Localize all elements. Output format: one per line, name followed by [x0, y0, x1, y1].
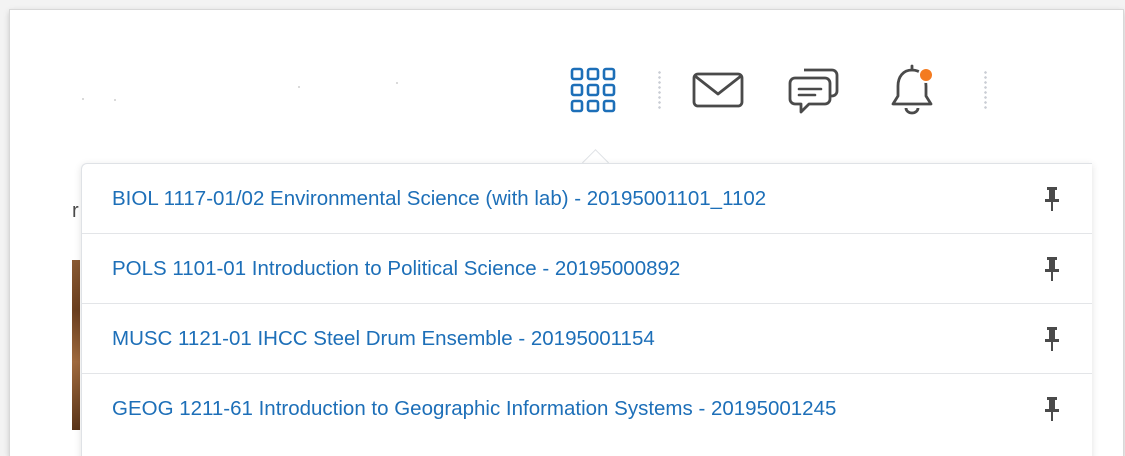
- course-selector-grid-icon: [570, 67, 616, 113]
- background-image-fragment: [72, 260, 80, 430]
- course-list-item: GEOG 1211-61 Introduction to Geographic …: [82, 374, 1092, 443]
- message-alerts-icon: [692, 72, 744, 108]
- background-text-fragment: r: [72, 200, 79, 222]
- update-alerts-button[interactable]: [884, 62, 940, 118]
- course-list-item: MUSC 1121-01 IHCC Steel Drum Ensemble - …: [82, 304, 1092, 374]
- pin-icon[interactable]: [1042, 325, 1062, 353]
- pin-icon[interactable]: [1042, 395, 1062, 423]
- pin-icon[interactable]: [1042, 185, 1062, 213]
- course-selector-button[interactable]: [565, 62, 621, 118]
- course-selector-dropdown: BIOL 1117-01/02 Environmental Science (w…: [81, 163, 1092, 456]
- course-list: BIOL 1117-01/02 Environmental Science (w…: [82, 164, 1092, 443]
- course-list-item: BIOL 1117-01/02 Environmental Science (w…: [82, 164, 1092, 234]
- course-link[interactable]: BIOL 1117-01/02 Environmental Science (w…: [112, 187, 766, 211]
- pin-icon[interactable]: [1042, 255, 1062, 283]
- subscription-alerts-button[interactable]: [786, 62, 842, 118]
- navbar-separator: [984, 70, 987, 110]
- subscription-alerts-icon: [788, 68, 839, 114]
- course-link[interactable]: POLS 1101-01 Introduction to Political S…: [112, 257, 680, 281]
- notification-badge: [918, 67, 934, 83]
- browser-window: r BIOL 1117-01/02 Environmental Science …: [10, 10, 1123, 456]
- message-alerts-button[interactable]: [690, 62, 746, 118]
- course-link[interactable]: GEOG 1211-61 Introduction to Geographic …: [112, 397, 836, 421]
- navbar-separator: [658, 70, 661, 110]
- course-list-item: POLS 1101-01 Introduction to Political S…: [82, 234, 1092, 304]
- course-link[interactable]: MUSC 1121-01 IHCC Steel Drum Ensemble - …: [112, 327, 655, 351]
